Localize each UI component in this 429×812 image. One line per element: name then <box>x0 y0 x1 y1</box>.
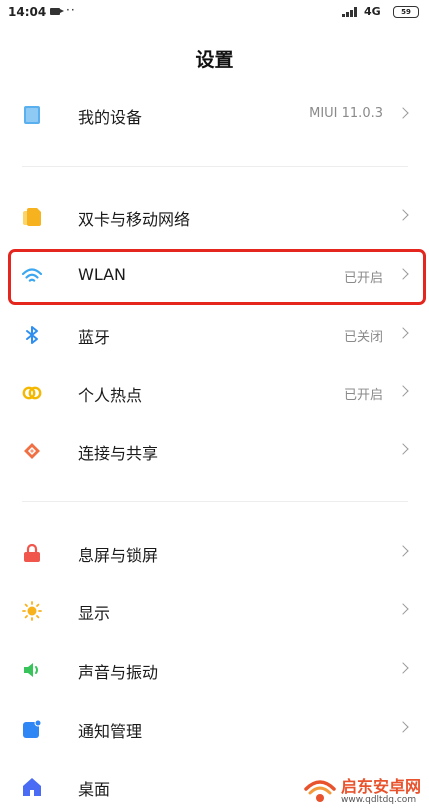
chevron-right-icon <box>397 209 409 221</box>
watermark-url: www.qdltdq.com <box>341 795 417 805</box>
chevron-right-icon <box>397 545 409 557</box>
settings-item-display[interactable]: 显示 <box>0 586 429 636</box>
watermark: 启东安卓网 www.qdltdq.com <box>302 773 428 809</box>
section-divider <box>22 501 408 502</box>
settings-item-value: MIUI 11.0.3 <box>309 106 383 121</box>
settings-item-bluetooth[interactable]: 蓝牙 已关闭 <box>0 310 429 360</box>
settings-item-label: 连接与共享 <box>78 444 159 463</box>
settings-item-my-device[interactable]: 我的设备 MIUI 11.0.3 <box>0 90 429 140</box>
watermark-name: 启东安卓网 <box>341 777 422 796</box>
settings-item-label: 蓝牙 <box>78 328 111 347</box>
video-camera-icon <box>50 8 64 15</box>
hotspot-icon <box>22 386 42 400</box>
chevron-right-icon <box>397 327 409 339</box>
network-type: 4G <box>364 5 381 18</box>
bluetooth-icon <box>26 326 38 344</box>
chevron-right-icon <box>397 385 409 397</box>
settings-item-lock-screen[interactable]: 息屏与锁屏 <box>0 528 429 578</box>
home-icon <box>23 778 41 796</box>
settings-item-label: 声音与振动 <box>78 663 159 682</box>
chevron-right-icon <box>397 107 409 119</box>
device-icon <box>24 106 40 124</box>
lock-icon <box>24 543 40 562</box>
page-title: 设置 <box>195 49 234 71</box>
status-dots: ·· <box>66 3 76 17</box>
sun-icon <box>22 601 42 621</box>
settings-item-value: 已开启 <box>343 388 383 403</box>
wlan-highlight-box <box>8 249 426 305</box>
share-icon <box>24 443 40 459</box>
chevron-right-icon <box>397 443 409 455</box>
signal-strength-icon <box>342 7 360 17</box>
section-divider <box>22 166 408 167</box>
speaker-icon <box>24 663 38 677</box>
settings-item-connection-sharing[interactable]: 连接与共享 <box>0 426 429 476</box>
settings-item-hotspot[interactable]: 个人热点 已开启 <box>0 368 429 418</box>
settings-item-sound[interactable]: 声音与振动 <box>0 645 429 695</box>
settings-item-dual-sim[interactable]: 双卡与移动网络 <box>0 192 429 242</box>
settings-item-label: 个人热点 <box>78 386 143 405</box>
battery-icon: 59 <box>393 6 419 18</box>
settings-item-value: 已关闭 <box>343 330 383 345</box>
status-bar: 14:04 ·· 4G 59 <box>0 0 429 24</box>
chevron-right-icon <box>397 662 409 674</box>
settings-item-label: 我的设备 <box>78 108 143 127</box>
settings-item-label: 双卡与移动网络 <box>78 210 191 229</box>
settings-item-label: 显示 <box>78 604 111 623</box>
settings-item-label: 通知管理 <box>78 722 143 741</box>
settings-item-notifications[interactable]: 通知管理 <box>0 704 429 754</box>
status-time: 14:04 <box>8 5 47 19</box>
watermark-logo-icon <box>304 780 336 802</box>
settings-item-label: 息屏与锁屏 <box>78 546 159 565</box>
notification-icon <box>23 719 42 738</box>
settings-item-label: 桌面 <box>78 780 111 799</box>
chevron-right-icon <box>397 603 409 615</box>
chevron-right-icon <box>397 721 409 733</box>
sim-card-icon <box>23 208 41 226</box>
